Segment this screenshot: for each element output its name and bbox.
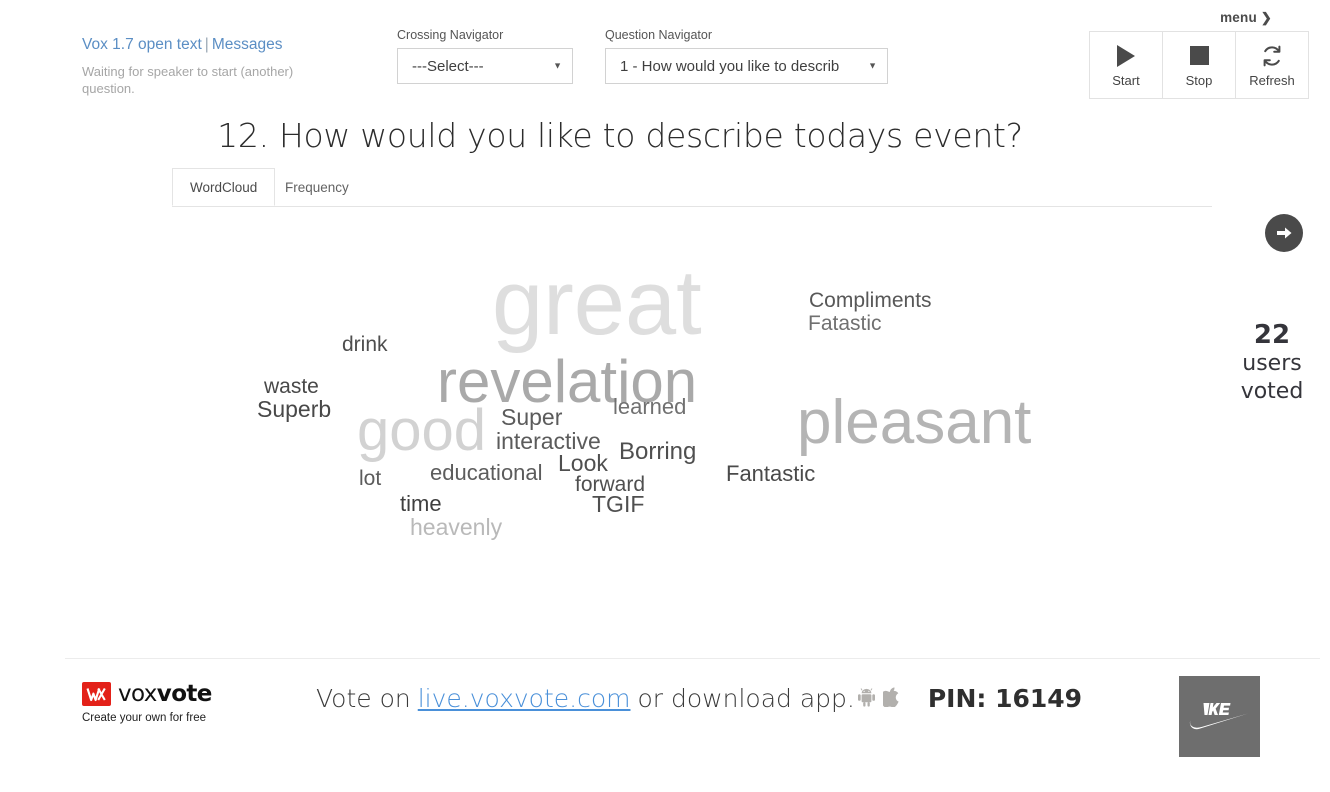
voxvote-wordmark: voxvote [118,680,213,707]
app-title-link[interactable]: Vox 1.7 open text [82,36,202,53]
status-message: Waiting for speaker to start (another) q… [82,64,294,96]
brand-separator: | [204,36,209,53]
voxvote-mark-icon [82,682,111,706]
question-navigator-label: Question Navigator [605,28,713,42]
wordcloud-word: pleasant [797,388,1032,457]
wordcloud-word: Compliments [809,289,932,312]
wordcloud-word: Look [558,450,608,476]
voxvote-logo[interactable]: voxvote [82,682,262,706]
stop-icon [1189,43,1209,69]
wordcloud-word: educational [430,460,543,485]
vote-count-block: 22 users voted [1222,320,1322,406]
nike-logo-icon [1186,697,1254,737]
messages-link[interactable]: Messages [212,36,283,53]
question-navigator-value: 1 - How would you like to describ [620,57,840,75]
wordcloud-word: Fantastic [726,461,816,486]
vote-count-label-voted: voted [1240,379,1304,404]
crossing-navigator-value: ---Select--- [412,57,484,75]
wordcloud-word: heavenly [410,514,503,540]
stop-button[interactable]: Stop [1163,32,1236,98]
vote-suffix-text: or download app. [637,684,855,713]
voxvote-wordmark-light: vox [118,680,157,707]
tab-wordcloud[interactable]: WordCloud [172,168,276,206]
wordcloud-word: time [400,491,442,516]
chevron-down-icon: ▼ [868,60,877,71]
wordcloud-word: learned [613,394,687,419]
vote-count-number: 22 [1253,320,1291,350]
wordcloud-word: good [357,398,487,463]
wordcloud-word: Borring [619,438,697,465]
playback-controls: Start Stop Refresh [1089,31,1309,99]
wordcloud-word: Superb [257,396,332,422]
wordcloud-word: Super [501,404,563,430]
tab-bar: WordCloud Frequency [172,168,1212,207]
start-button[interactable]: Start [1090,32,1163,98]
wordcloud-word: TGIF [592,491,645,517]
brand-block: Vox 1.7 open text | Messages Waiting for s… [82,34,382,97]
voxvote-tagline: Create your own for free [82,712,207,724]
menu-button[interactable]: menu ❯ [1220,10,1272,26]
refresh-button[interactable]: Refresh [1236,32,1309,98]
question-navigator-select[interactable]: 1 - How would you like to describ ▼ [605,48,888,84]
crossing-navigator-label: Crossing Navigator [397,28,504,42]
app-store-icons [857,684,900,714]
apple-icon[interactable] [879,684,900,714]
vote-prefix-text: Vote on [316,684,411,713]
refresh-button-label: Refresh [1249,72,1295,88]
refresh-icon [1260,43,1284,69]
page-title: 12. How would you like to describe today… [217,116,1023,155]
wordcloud-word: great [492,252,702,354]
wordcloud-word: waste [264,375,319,398]
voxvote-logo-block: voxvote Create your own for free [82,682,262,724]
chevron-down-icon: ▼ [553,60,562,71]
tab-frequency[interactable]: Frequency [268,168,366,206]
footer: voxvote Create your own for free Vote on… [0,659,1330,792]
crossing-navigator-select[interactable]: ---Select--- ▼ [397,48,573,84]
next-question-button[interactable] [1265,214,1303,252]
menu-label: menu [1220,10,1257,25]
wordcloud-word: lot [359,467,382,490]
sponsor-logo [1179,676,1260,757]
top-bar: Vox 1.7 open text | Messages Waiting for s… [0,0,1330,110]
pin-code: PIN: 16149 [927,684,1083,713]
start-button-label: Start [1112,72,1140,88]
vote-instructions: Vote on live.voxvote.com or download app… [316,684,1082,714]
android-icon[interactable] [857,684,876,714]
vote-url-link[interactable]: live.voxvote.com [418,684,631,714]
question-navigator: Question Navigator 1 - How would you lik… [605,28,888,84]
stop-button-label: Stop [1185,72,1213,88]
play-icon [1117,43,1135,69]
crossing-navigator: Crossing Navigator ---Select--- ▼ [397,28,573,84]
chevron-right-icon: ❯ [1260,10,1272,25]
vote-count-label-users: users [1242,351,1302,376]
brand-links: Vox 1.7 open text | Messages [82,34,382,56]
arrow-right-circle-icon [1274,223,1294,243]
wordcloud-word: Fatastic [808,312,882,335]
voxvote-wordmark-bold: vote [156,680,213,707]
wordcloud-chart: great revelation pleasant good Compliments Fa… [172,212,1212,642]
wordcloud-word: drink [342,333,388,356]
